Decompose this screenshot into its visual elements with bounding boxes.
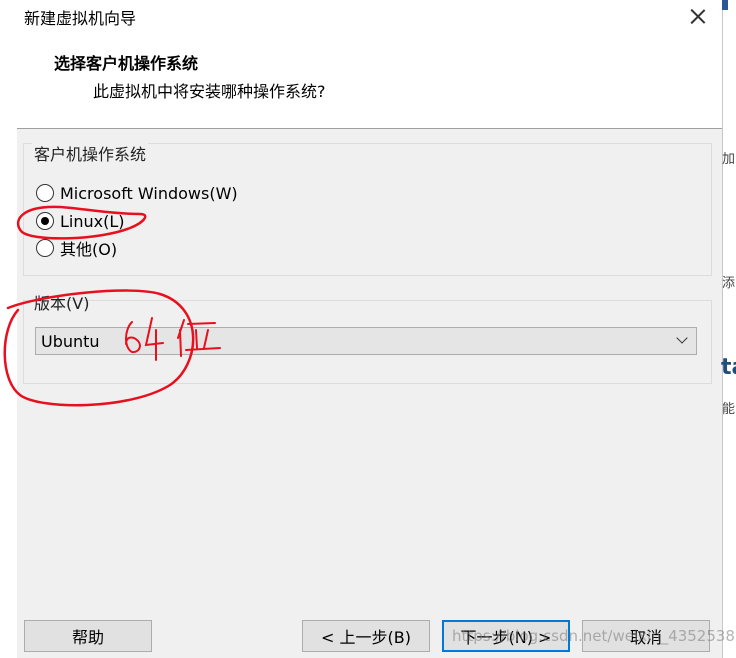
- watermark: https://blog.csdn.net/weixin_43525386: [452, 627, 736, 645]
- version-highlight-loop: [3, 289, 195, 407]
- linux-highlight-loop: [16, 205, 147, 240]
- red-annotations: [3, 205, 221, 407]
- handwriting-wei: [177, 319, 221, 357]
- handwriting-64: [125, 317, 164, 361]
